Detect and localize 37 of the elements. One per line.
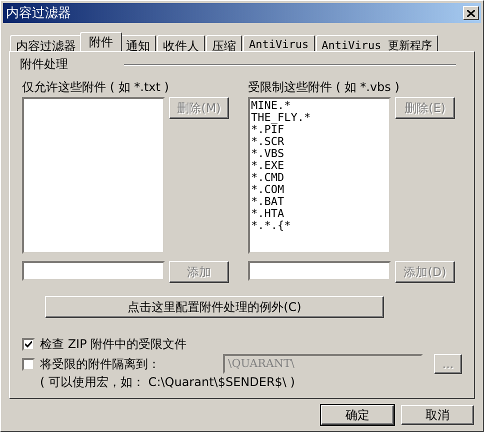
- list-item[interactable]: *.HTA: [251, 208, 388, 220]
- dialog-button[interactable]: 确定: [321, 405, 394, 425]
- tab[interactable]: 通知: [120, 35, 156, 51]
- list-item[interactable]: *.*.{*: [251, 220, 388, 232]
- list-item[interactable]: *.CMD: [251, 172, 388, 184]
- hint-text: ( 可以使用宏，如： C:\Quarant\$SENDER$\ ): [40, 374, 296, 391]
- tab[interactable]: 附件: [80, 32, 122, 51]
- tab[interactable]: 内容过滤器: [10, 35, 82, 51]
- list-label: 仅允许这些附件 ( 如 *.txt ): [22, 79, 170, 96]
- list-label: 受限制这些附件 ( 如 *.vbs ): [248, 79, 400, 96]
- list-item[interactable]: *.COM: [251, 184, 388, 196]
- checkbox[interactable]: [22, 338, 35, 350]
- close-button[interactable]: [463, 6, 479, 20]
- list-item[interactable]: *.EXE: [251, 160, 388, 172]
- tab[interactable]: 压缩: [206, 35, 242, 51]
- close-icon: [467, 10, 475, 16]
- window-title: 内容过滤器: [6, 5, 71, 22]
- input-field[interactable]: [248, 261, 391, 281]
- attachment-list[interactable]: [22, 97, 165, 254]
- input-field[interactable]: [22, 261, 165, 281]
- check-icon: [25, 340, 32, 348]
- checkbox[interactable]: [22, 358, 35, 370]
- tab[interactable]: 收件人: [157, 35, 205, 51]
- checkbox-label: 检查 ZIP 附件中的受限文件: [40, 336, 187, 352]
- attachment-list[interactable]: MINE.* THE_FLY.* *.PIF *.SCR *.VBS *.EXE *.CMD *.COM *.BAT *.HTA *.*.{*: [248, 97, 391, 254]
- list-item[interactable]: THE_FLY.*: [251, 112, 388, 124]
- list-item[interactable]: *.BAT: [251, 196, 388, 208]
- list-item[interactable]: *.VBS: [251, 148, 388, 160]
- tab[interactable]: AntiVirus: [243, 35, 315, 51]
- exceptions-button[interactable]: 点击这里配置附件处理的例外(C): [45, 296, 384, 318]
- checkbox-label: 将受限的附件隔离到：: [40, 356, 160, 372]
- tab[interactable]: AntiVirus 更新程序: [316, 35, 438, 51]
- list-item[interactable]: *.PIF: [251, 124, 388, 136]
- list-item[interactable]: *.SCR: [251, 136, 388, 148]
- dialog-button[interactable]: 取消: [401, 405, 474, 425]
- list-item[interactable]: MINE.*: [251, 100, 388, 112]
- group-title: 附件处理: [20, 56, 68, 73]
